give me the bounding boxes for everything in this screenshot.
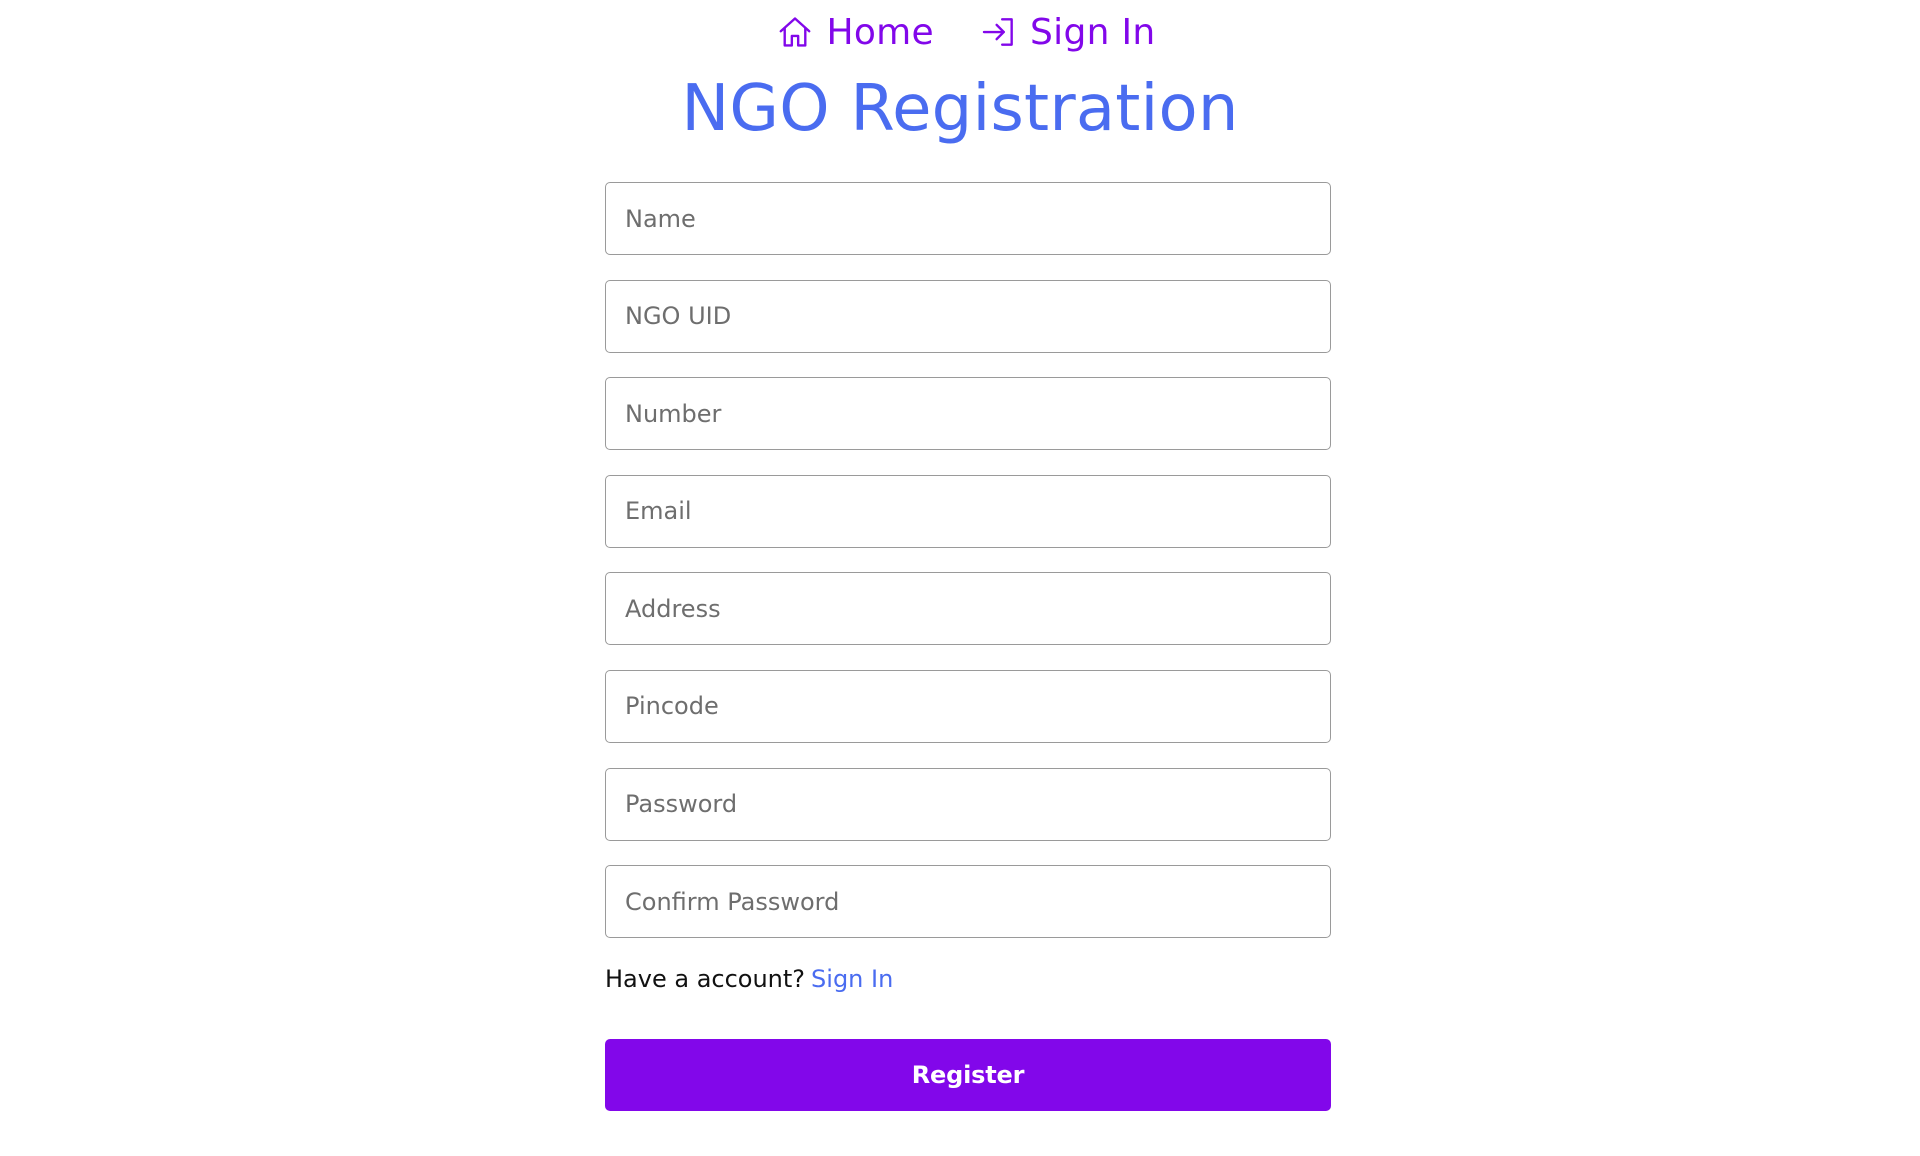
sign-in-link[interactable]: Sign In: [811, 965, 893, 993]
confirm-password-field[interactable]: [605, 865, 1331, 939]
home-label: Home: [826, 11, 934, 53]
sign-in-nav-label: Sign In: [1030, 11, 1156, 53]
page-title: NGO Registration: [681, 72, 1239, 146]
address-field[interactable]: [605, 572, 1331, 646]
sign-in-icon: [980, 13, 1018, 51]
sign-in-nav-link[interactable]: Sign In: [980, 8, 1156, 56]
have-account-row: Have a account? Sign In: [605, 961, 1331, 997]
pincode-field[interactable]: [605, 669, 1331, 743]
password-field[interactable]: [605, 767, 1331, 841]
home-icon: [776, 13, 814, 51]
number-field[interactable]: [605, 377, 1331, 451]
home-link[interactable]: Home: [776, 8, 934, 56]
registration-form: Have a account?Sign In Register: [605, 182, 1331, 1111]
have-account-text: Have a account?: [605, 964, 806, 993]
register-button[interactable]: Register: [605, 1038, 1331, 1111]
top-nav: Home Sign In: [0, 8, 1920, 56]
name-field[interactable]: [605, 182, 1331, 255]
email-field[interactable]: [605, 474, 1331, 548]
ngo-uid-field[interactable]: [605, 279, 1331, 353]
